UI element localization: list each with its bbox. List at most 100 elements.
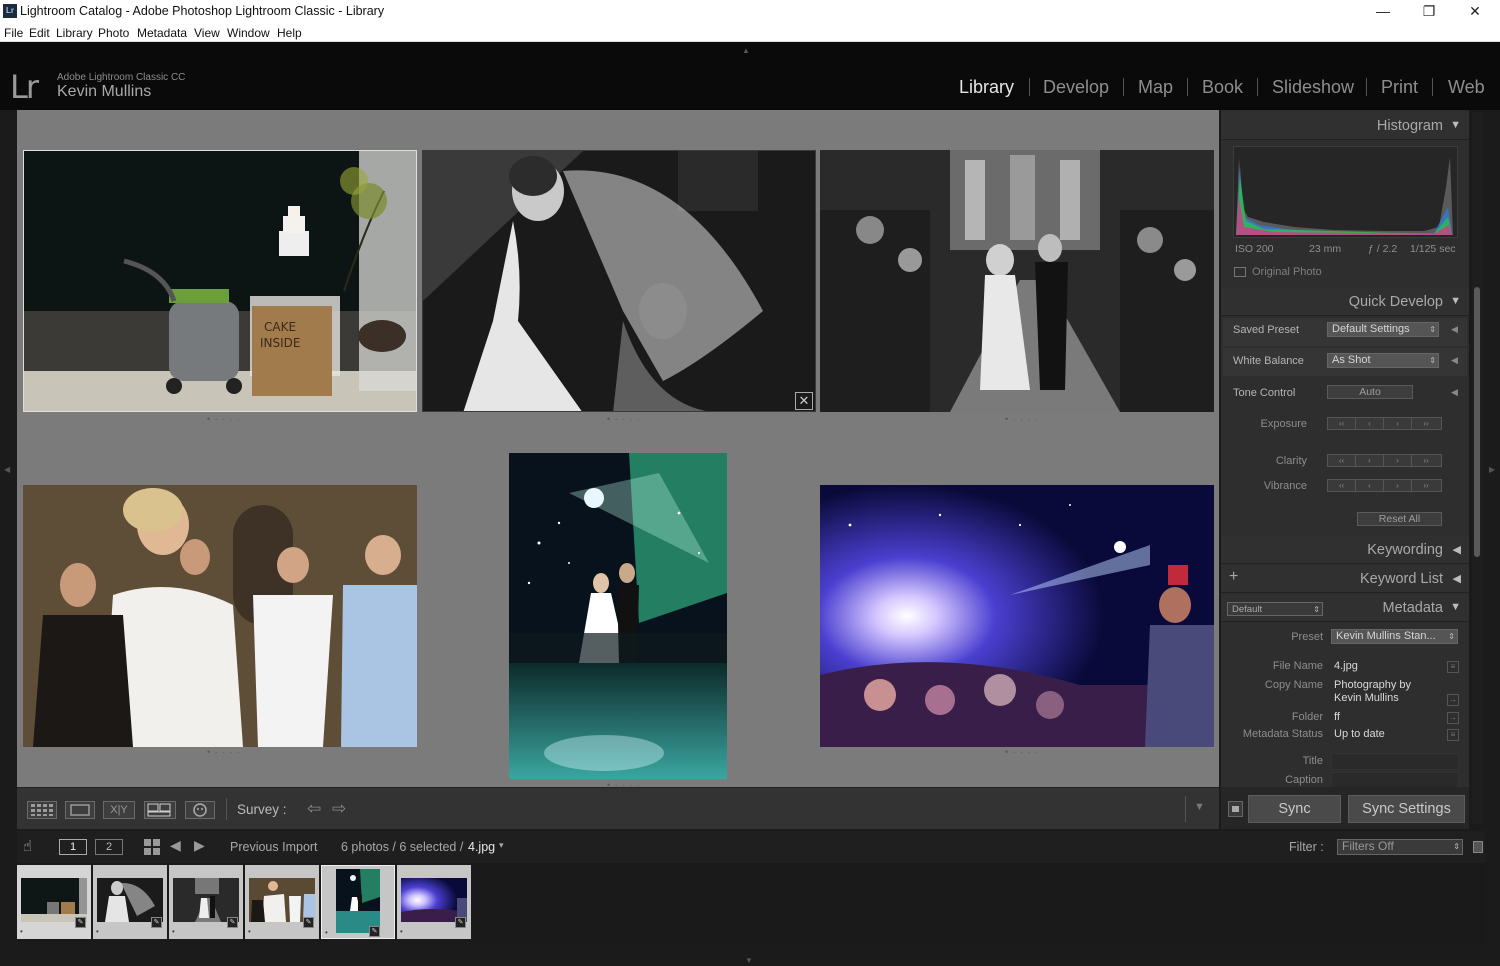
- main-window-button[interactable]: 1: [59, 839, 87, 855]
- photo-bride-veil[interactable]: ✕: [422, 150, 816, 412]
- close-icon[interactable]: ✕: [1452, 2, 1498, 22]
- exposure-label: Exposure: [1233, 418, 1307, 430]
- previous-photo-arrow-icon[interactable]: ⇦: [307, 799, 321, 819]
- filmstrip-source[interactable]: Previous Import: [230, 840, 318, 854]
- cell-dots: • · · · ·: [207, 414, 241, 424]
- forward-arrow-icon[interactable]: ▶: [194, 837, 205, 854]
- metadata-status-action-icon[interactable]: ≡: [1447, 729, 1459, 741]
- sync-settings-button[interactable]: Sync Settings: [1348, 795, 1465, 823]
- module-slideshow[interactable]: Slideshow: [1272, 77, 1354, 98]
- module-library[interactable]: Library: [959, 77, 1014, 98]
- filmstrip-thumbnail[interactable]: ✎ •: [397, 865, 471, 939]
- clarity-stepper[interactable]: ‹‹‹›››: [1327, 454, 1442, 467]
- module-web[interactable]: Web: [1448, 77, 1485, 98]
- menu-view[interactable]: View: [194, 26, 220, 40]
- module-map[interactable]: Map: [1138, 77, 1173, 98]
- original-photo-checkbox[interactable]: [1234, 267, 1246, 277]
- svg-text:INSIDE: INSIDE: [260, 336, 301, 350]
- minimize-icon[interactable]: —: [1360, 2, 1406, 22]
- vibrance-stepper[interactable]: ‹‹‹›››: [1327, 479, 1442, 492]
- copy-name-value-line2[interactable]: Kevin Mullins: [1334, 692, 1399, 704]
- title-field[interactable]: [1331, 753, 1459, 770]
- filmstrip-thumbnail[interactable]: ✎ •: [93, 865, 167, 939]
- expand-triangle-icon: ◀: [1453, 543, 1461, 556]
- secondary-window-button[interactable]: 2: [95, 839, 123, 855]
- metadata-header[interactable]: Default⇕ Metadata ▼: [1221, 594, 1469, 622]
- auto-tone-button[interactable]: Auto: [1327, 385, 1413, 399]
- expand-preset-icon[interactable]: ◀: [1451, 324, 1458, 335]
- left-panel-toggle-icon[interactable]: ◀: [4, 465, 10, 474]
- module-develop[interactable]: Develop: [1043, 77, 1109, 98]
- exif-iso: ISO 200: [1235, 243, 1274, 255]
- keyword-list-header[interactable]: + Keyword List ◀: [1221, 565, 1469, 593]
- filter-lock-icon[interactable]: [1473, 841, 1483, 853]
- toolbar-content-menu-icon[interactable]: ▼: [1194, 801, 1205, 813]
- module-book[interactable]: Book: [1202, 77, 1243, 98]
- filename-dropdown-icon[interactable]: ▾: [499, 840, 504, 851]
- cell-dots: • · · · ·: [607, 414, 641, 424]
- module-print[interactable]: Print: [1381, 77, 1418, 98]
- photo-band-lights[interactable]: [820, 485, 1214, 747]
- edit-badge-icon: ✎: [151, 917, 162, 928]
- file-name-value[interactable]: 4.jpg: [1334, 660, 1358, 672]
- filmstrip-thumbnail[interactable]: ✎ •: [169, 865, 243, 939]
- metadata-preset-select[interactable]: Kevin Mullins Stan...⇕: [1331, 629, 1458, 644]
- collapse-top-panel-icon[interactable]: ▲: [742, 46, 750, 55]
- filmstrip-thumbnail-active[interactable]: ✎ •: [321, 865, 395, 939]
- filter-select[interactable]: Filters Off⇕: [1337, 839, 1463, 855]
- keywording-header[interactable]: Keywording ◀: [1221, 536, 1469, 564]
- menu-file[interactable]: File: [4, 26, 23, 40]
- photo-first-dance[interactable]: [509, 453, 727, 779]
- photo-bridesmaids[interactable]: [23, 485, 417, 747]
- collapse-filmstrip-icon[interactable]: ▼: [745, 956, 753, 965]
- menu-help[interactable]: Help: [277, 26, 302, 40]
- secondary-window-hand-icon[interactable]: ☝: [23, 837, 32, 855]
- auto-sync-toggle[interactable]: [1228, 801, 1243, 817]
- reset-all-button[interactable]: Reset All: [1357, 512, 1442, 526]
- folder-action-icon[interactable]: →: [1447, 712, 1459, 724]
- grid-view-icon[interactable]: [27, 801, 57, 819]
- quick-develop-header[interactable]: Quick Develop ▼: [1221, 288, 1469, 316]
- copy-name-value-line1[interactable]: Photography by: [1334, 679, 1411, 691]
- photo-church-aisle[interactable]: [820, 150, 1214, 412]
- menu-window[interactable]: Window: [227, 26, 270, 40]
- saved-preset-select[interactable]: Default Settings⇕: [1327, 322, 1439, 337]
- filmstrip-thumbnail[interactable]: ✎ •: [17, 865, 91, 939]
- survey-view-icon[interactable]: [144, 801, 176, 819]
- loupe-view-icon[interactable]: [65, 801, 95, 819]
- clarity-label: Clarity: [1233, 455, 1307, 467]
- expand-tone-control-icon[interactable]: ◀: [1451, 387, 1458, 398]
- quick-develop-title: Quick Develop: [1349, 294, 1443, 310]
- menu-photo[interactable]: Photo: [98, 26, 129, 40]
- expand-white-balance-icon[interactable]: ◀: [1451, 355, 1458, 366]
- right-panel-toggle-icon[interactable]: ▶: [1489, 465, 1495, 474]
- right-panel-scrollbar[interactable]: [1472, 112, 1482, 824]
- exposure-stepper[interactable]: ‹‹‹›››: [1327, 417, 1442, 430]
- copy-name-action-icon[interactable]: →: [1447, 694, 1459, 706]
- scrollbar-thumb[interactable]: [1474, 287, 1480, 557]
- histogram-header[interactable]: Histogram ▼: [1221, 112, 1469, 140]
- folder-value[interactable]: ff: [1334, 711, 1340, 723]
- saved-preset-label: Saved Preset: [1233, 324, 1299, 336]
- sync-button[interactable]: Sync: [1248, 795, 1341, 823]
- add-keyword-icon[interactable]: +: [1229, 568, 1238, 586]
- restore-icon[interactable]: ❐: [1406, 2, 1452, 22]
- people-view-icon[interactable]: [185, 801, 215, 819]
- grid-icon[interactable]: [144, 839, 160, 858]
- photo-cake[interactable]: CAKE INSIDE: [23, 150, 417, 412]
- back-arrow-icon[interactable]: ◀: [170, 837, 181, 854]
- filmstrip-thumbnail[interactable]: ✎ •: [245, 865, 319, 939]
- histogram-graph[interactable]: [1233, 146, 1458, 238]
- next-photo-arrow-icon[interactable]: ⇨: [332, 799, 346, 819]
- keywording-title: Keywording: [1367, 542, 1443, 558]
- menu-library[interactable]: Library: [56, 26, 93, 40]
- metadata-preset-label: Preset: [1229, 631, 1323, 643]
- menu-edit[interactable]: Edit: [29, 26, 50, 40]
- deselect-photo-icon[interactable]: ✕: [795, 392, 813, 410]
- metadata-view-select[interactable]: Default⇕: [1227, 602, 1323, 616]
- white-balance-select[interactable]: As Shot⇕: [1327, 353, 1439, 368]
- menu-metadata[interactable]: Metadata: [137, 26, 187, 40]
- file-name-action-icon[interactable]: ≡: [1447, 661, 1459, 673]
- filmstrip-header: ☝ 1 2 ◀ ▶ Previous Import 6 photos / 6 s…: [17, 831, 1485, 863]
- compare-view-icon[interactable]: X|Y: [103, 801, 135, 819]
